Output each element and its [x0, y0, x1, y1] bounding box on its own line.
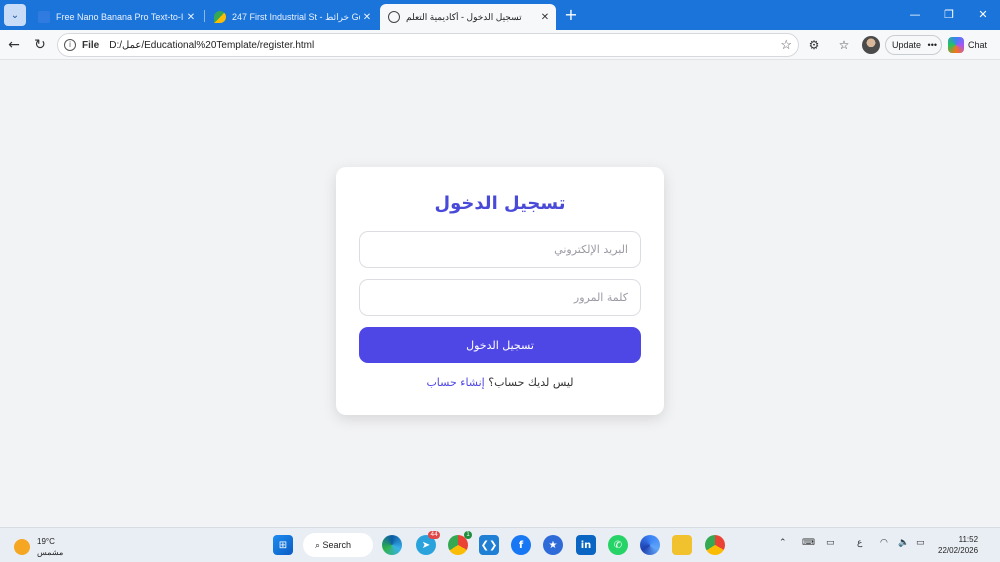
- tab-title: Free Nano Banana Pro Text-to-Im: [56, 12, 184, 22]
- info-icon[interactable]: i: [64, 39, 76, 51]
- weather-desc: مشمس: [37, 548, 64, 557]
- chrome-badge: 1: [464, 531, 472, 539]
- weather-widget[interactable]: 19°C مشمس: [14, 536, 63, 558]
- chevron-up-icon[interactable]: ⌃: [779, 538, 787, 548]
- minimize-button[interactable]: —: [898, 0, 932, 30]
- tab-divider: [204, 10, 205, 22]
- globe-icon: [388, 11, 400, 23]
- weather-temp: 19°C: [37, 537, 55, 546]
- address-bar[interactable]: i File D:/عمل/Educational%20Template/reg…: [57, 33, 799, 57]
- address-url: D:/عمل/Educational%20Template/register.h…: [109, 39, 315, 51]
- windows-taskbar: 19°C مشمس ⊞ ⌕ Search ➤ 44 1 ❮❯ f ★ in ✆ …: [0, 527, 1000, 562]
- copilot-chat-button[interactable]: Chat: [948, 35, 996, 55]
- signup-link[interactable]: إنشاء حساب: [426, 376, 484, 389]
- reload-button[interactable]: ↻: [31, 36, 49, 54]
- vscode-icon[interactable]: ❮❯: [479, 535, 499, 555]
- browser-toolbar: ← ↻ i File D:/عمل/Educational%20Template…: [0, 30, 1000, 60]
- chat-label: Chat: [968, 40, 988, 50]
- address-scheme: File: [82, 39, 100, 51]
- page-content: تسجيل الدخول تسجيل الدخول ليس لديك حساب؟…: [0, 61, 1000, 527]
- whatsapp-icon[interactable]: ✆: [608, 535, 628, 555]
- login-submit-button[interactable]: تسجيل الدخول: [359, 327, 641, 363]
- tab-title: 247 First Industrial St - خرائط Goo: [232, 11, 360, 22]
- system-clock[interactable]: 11:52 22/02/2026: [938, 534, 979, 556]
- tab-actions-button[interactable]: ⌄: [4, 4, 26, 26]
- taskbar-search[interactable]: ⌕ Search: [303, 533, 373, 557]
- site-favicon-icon: [38, 11, 50, 23]
- close-window-button[interactable]: ✕: [966, 0, 1000, 30]
- chrome-app-icon[interactable]: [640, 535, 660, 555]
- volume-icon[interactable]: 🔈: [898, 538, 909, 548]
- extensions-icon[interactable]: ⚙: [806, 37, 822, 53]
- new-tab-button[interactable]: +: [562, 5, 580, 25]
- profile-avatar[interactable]: [862, 36, 880, 54]
- signup-prompt: ليس لديك حساب؟: [488, 376, 574, 389]
- sun-icon: [14, 539, 30, 555]
- chevron-down-icon: ⌄: [10, 9, 20, 21]
- close-tab-icon[interactable]: ✕: [360, 12, 374, 23]
- maps-pin-icon: [214, 11, 226, 23]
- favorites-icon[interactable]: ☆: [836, 37, 852, 53]
- browser-titlebar: ⌄ Free Nano Banana Pro Text-to-Im ✕ 247 …: [0, 0, 1000, 30]
- wifi-icon[interactable]: ◠: [880, 538, 888, 548]
- close-tab-icon[interactable]: ✕: [184, 12, 198, 23]
- linkedin-icon[interactable]: in: [576, 535, 596, 555]
- copilot-icon: [948, 37, 964, 53]
- edge-browser-icon[interactable]: [382, 535, 402, 555]
- search-icon: ⌕: [315, 540, 323, 550]
- update-label: Update: [892, 40, 922, 50]
- clock-date: 22/02/2026: [938, 546, 979, 555]
- favorite-star-icon[interactable]: ☆: [780, 37, 792, 53]
- back-button[interactable]: ←: [5, 36, 23, 54]
- close-tab-icon[interactable]: ✕: [538, 12, 552, 23]
- chrome-icon[interactable]: 1: [448, 531, 472, 555]
- facebook-icon[interactable]: f: [511, 535, 531, 555]
- more-icon: •••: [927, 40, 937, 50]
- clock-time: 11:52: [958, 535, 979, 544]
- keyboard-icon[interactable]: ⌨: [802, 538, 815, 548]
- battery-icon[interactable]: ▭: [916, 538, 925, 548]
- update-button[interactable]: Update •••: [885, 35, 942, 55]
- tab-google-maps[interactable]: 247 First Industrial St - خرائط Goo ✕: [206, 4, 378, 30]
- email-field[interactable]: [359, 231, 641, 268]
- tab-login-active[interactable]: تسجيل الدخول - أكاديمية التعلم ✕: [380, 4, 556, 30]
- telegram-icon[interactable]: ➤ 44: [416, 531, 440, 555]
- login-title: تسجيل الدخول: [434, 193, 566, 214]
- input-language[interactable]: ع: [857, 538, 862, 548]
- tab-nano-banana[interactable]: Free Nano Banana Pro Text-to-Im ✕: [30, 4, 202, 30]
- restore-button[interactable]: ❐: [932, 0, 966, 30]
- telegram-badge: 44: [428, 531, 440, 539]
- login-card: تسجيل الدخول تسجيل الدخول ليس لديك حساب؟…: [336, 167, 664, 415]
- password-field[interactable]: [359, 279, 641, 316]
- display-icon[interactable]: ▭: [826, 538, 835, 548]
- app-store-icon[interactable]: ★: [543, 535, 563, 555]
- start-windows-icon[interactable]: ⊞: [273, 535, 293, 555]
- chrome-profile-icon[interactable]: [705, 535, 725, 555]
- tab-title: تسجيل الدخول - أكاديمية التعلم: [406, 11, 522, 22]
- signup-row: ليس لديك حساب؟ إنشاء حساب: [336, 376, 664, 389]
- file-explorer-icon[interactable]: [672, 535, 692, 555]
- search-label: Search: [322, 540, 352, 550]
